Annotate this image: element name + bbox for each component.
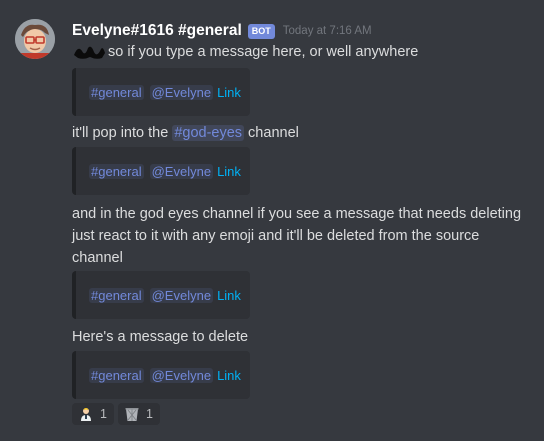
link-embed: #general @Evelyne Link — [72, 147, 250, 195]
message-text: and in the god eyes channel if you see a… — [72, 206, 522, 222]
message-line-3b: just react to it with any emoji and it'l… — [72, 225, 479, 247]
message-text: Here's a message to delete — [72, 329, 249, 345]
channel-mention[interactable]: #general — [89, 163, 144, 179]
timestamp[interactable]: Today at 7:16 AM — [283, 25, 372, 37]
link-embed: #general @Evelyne Link — [72, 351, 250, 399]
wastebasket-emoji-icon — [125, 408, 139, 421]
avatar[interactable] — [15, 19, 55, 59]
message-line-4: Here's a message to delete — [72, 326, 248, 348]
user-mention[interactable]: @Evelyne — [149, 84, 214, 100]
link-embed: #general @Evelyne Link — [72, 271, 250, 319]
reactions-bar: 1 1 — [72, 403, 160, 425]
person-emoji-icon — [81, 408, 91, 421]
message-text: just react to it with any emoji and it'l… — [72, 228, 480, 244]
message-line-3: and in the god eyes channel if you see a… — [72, 203, 521, 225]
reaction-count: 1 — [146, 407, 153, 421]
channel-mention[interactable]: #general — [89, 287, 144, 303]
user-mention[interactable]: @Evelyne — [149, 287, 214, 303]
message-text: so if you type a message here, or well a… — [108, 44, 419, 60]
user-mention[interactable]: @Evelyne — [149, 367, 214, 383]
reaction-person[interactable]: 1 — [72, 403, 114, 425]
avatar-image-icon — [15, 19, 55, 59]
jump-link[interactable]: Link — [217, 368, 241, 383]
username[interactable]: Evelyne#1616 #general — [72, 22, 242, 40]
link-embed: #general @Evelyne Link — [72, 68, 250, 116]
redacted-scribble-icon — [74, 46, 105, 59]
message-line-1: so if you type a message here, or well a… — [72, 41, 418, 63]
message-line-2: it'll pop into the #god-eyes channel — [72, 122, 299, 144]
jump-link[interactable]: Link — [217, 288, 241, 303]
message-text: it'll pop into the — [72, 125, 173, 141]
reaction-count: 1 — [100, 407, 107, 421]
jump-link[interactable]: Link — [217, 85, 241, 100]
message-text: channel — [244, 125, 299, 141]
channel-mention[interactable]: #god-eyes — [172, 125, 245, 141]
channel-mention[interactable]: #general — [89, 84, 144, 100]
message-header: Evelyne#1616 #general BOT Today at 7:16 … — [72, 20, 372, 42]
bot-tag: BOT — [247, 23, 275, 39]
message-group: Evelyne#1616 #general BOT Today at 7:16 … — [0, 0, 544, 441]
user-mention[interactable]: @Evelyne — [149, 163, 214, 179]
jump-link[interactable]: Link — [217, 164, 241, 179]
message-line-3c: channel — [72, 247, 123, 269]
reaction-wastebasket[interactable]: 1 — [118, 403, 160, 425]
channel-mention[interactable]: #general — [89, 367, 144, 383]
message-text: channel — [72, 250, 123, 266]
